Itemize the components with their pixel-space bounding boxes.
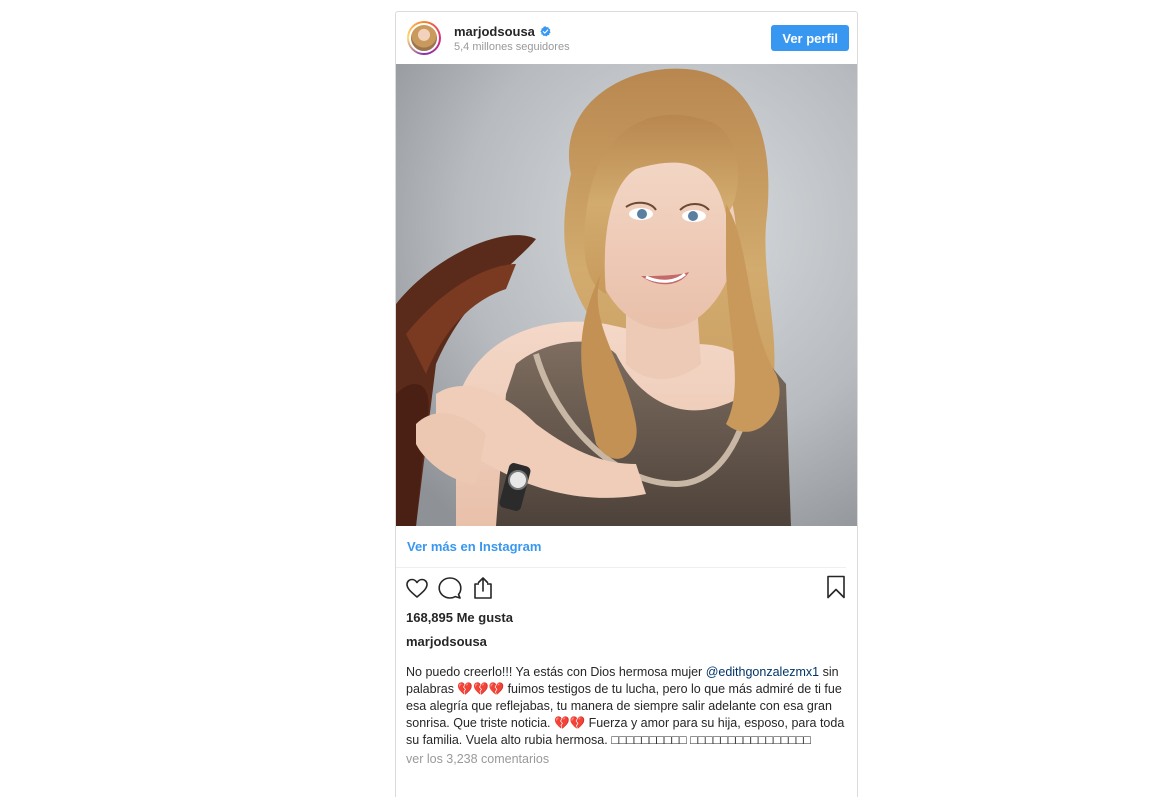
post-header: marjodsousa 5,4 millones seguidores Ver … xyxy=(396,12,857,64)
view-comments-link[interactable]: ver los 3,238 comentarios xyxy=(396,752,857,766)
followers-count: 5,4 millones seguidores xyxy=(454,40,570,53)
caption-username[interactable]: marjodsousa xyxy=(396,630,857,652)
portrait-illustration xyxy=(396,64,857,526)
user-meta: marjodsousa 5,4 millones seguidores xyxy=(454,24,570,53)
instagram-embed: marjodsousa 5,4 millones seguidores Ver … xyxy=(395,11,858,797)
bookmark-icon[interactable] xyxy=(824,575,848,599)
avatar[interactable] xyxy=(407,21,441,55)
caption-text: No puedo creerlo!!! Ya estás con Dios he… xyxy=(396,664,857,749)
verified-badge-icon xyxy=(540,25,551,36)
share-icon[interactable] xyxy=(471,576,495,600)
action-bar xyxy=(396,568,857,608)
caption-text-start: No puedo creerlo!!! Ya estás con Dios he… xyxy=(406,665,706,679)
mention-link[interactable]: @edithgonzalezmx1 xyxy=(706,665,819,679)
avatar-image xyxy=(409,23,439,53)
view-profile-button[interactable]: Ver perfil xyxy=(771,25,849,51)
post-image[interactable] xyxy=(396,64,857,526)
view-more-link[interactable]: Ver más en Instagram xyxy=(396,526,846,568)
username[interactable]: marjodsousa xyxy=(454,24,535,39)
comment-icon[interactable] xyxy=(438,576,462,600)
likes-count[interactable]: 168,895 Me gusta xyxy=(396,608,857,628)
username-row: marjodsousa xyxy=(454,24,570,39)
heart-icon[interactable] xyxy=(405,576,429,600)
